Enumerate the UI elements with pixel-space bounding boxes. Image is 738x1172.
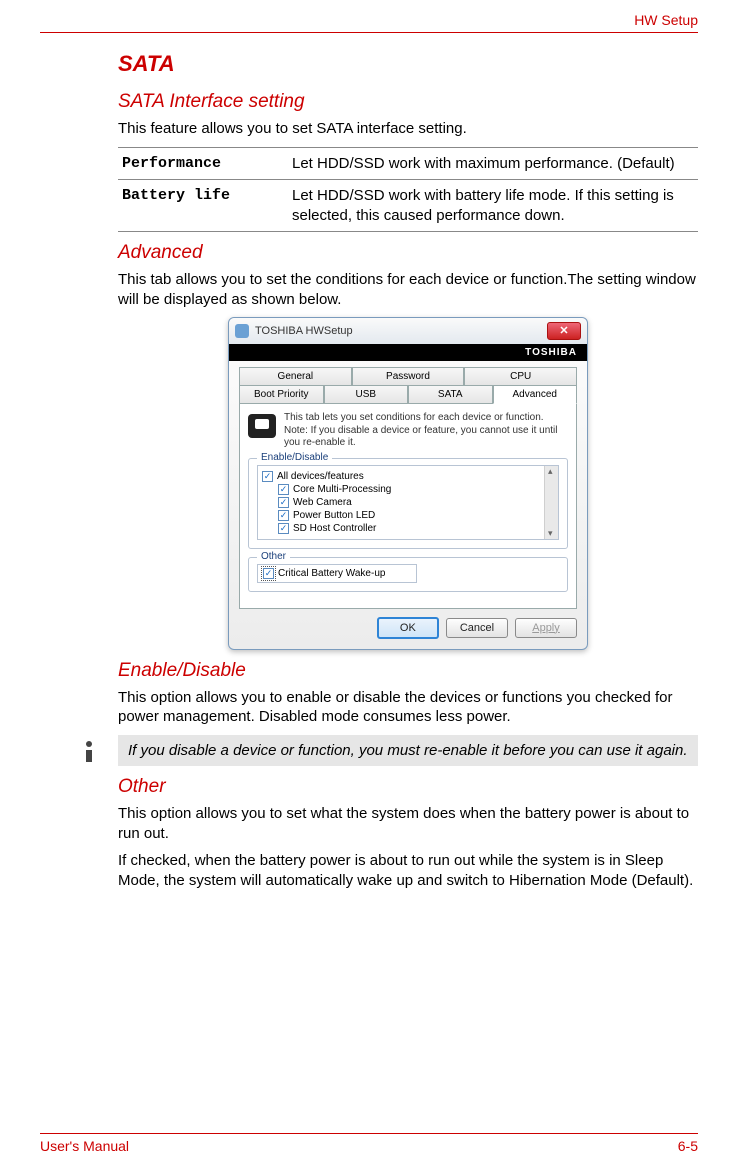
enable-disable-heading: Enable/Disable: [118, 660, 698, 682]
sata-options-table: Performance Let HDD/SSD work with maximu…: [118, 147, 698, 233]
checkbox-icon[interactable]: ✓: [263, 568, 274, 579]
info-icon: [74, 735, 104, 763]
tab-row-1: General Password CPU: [239, 367, 577, 385]
group-legend: Enable/Disable: [257, 452, 332, 463]
other-group: Other ✓ Critical Battery Wake-up: [248, 557, 568, 592]
hwsetup-dialog: TOSHIBA HWSetup ✕ TOSHIBA General Passwo…: [228, 317, 588, 650]
tab-cpu[interactable]: CPU: [464, 367, 577, 385]
checkbox-icon[interactable]: ✓: [262, 471, 273, 482]
option-key: Battery life: [118, 180, 288, 232]
tab-row-2: Boot Priority USB SATA Advanced: [239, 385, 577, 404]
dialog-titlebar: TOSHIBA HWSetup ✕: [229, 318, 587, 344]
table-row: Performance Let HDD/SSD work with maximu…: [118, 147, 698, 180]
enable-disable-desc: This option allows you to enable or disa…: [118, 688, 698, 727]
check-core-multi[interactable]: ✓ Core Multi-Processing: [262, 483, 554, 496]
tab-password[interactable]: Password: [352, 367, 465, 385]
sata-subheading: SATA Interface setting: [118, 91, 698, 113]
dialog-note: This tab lets you set conditions for eac…: [248, 412, 568, 450]
cancel-button[interactable]: Cancel: [446, 618, 508, 638]
monitor-icon: [248, 414, 276, 438]
checkbox-icon[interactable]: ✓: [278, 510, 289, 521]
tab-general[interactable]: General: [239, 367, 352, 385]
check-label: All devices/features: [277, 471, 364, 482]
check-critical-battery[interactable]: ✓ Critical Battery Wake-up: [257, 564, 417, 583]
check-sd-host[interactable]: ✓ SD Host Controller: [262, 522, 554, 535]
info-text: If you disable a device or function, you…: [118, 735, 698, 767]
sata-desc: This feature allows you to set SATA inte…: [118, 119, 698, 139]
device-checklist[interactable]: ✓ All devices/features ✓ Core Multi-Proces…: [257, 465, 559, 540]
info-callout: If you disable a device or function, you…: [74, 735, 698, 767]
option-desc: Let HDD/SSD work with maximum performanc…: [288, 147, 698, 180]
dialog-buttons: OK Cancel Apply: [239, 609, 577, 639]
tab-content: This tab lets you set conditions for eac…: [239, 403, 577, 609]
advanced-heading: Advanced: [118, 242, 698, 264]
app-icon: [235, 324, 249, 338]
option-key: Performance: [118, 147, 288, 180]
check-power-led[interactable]: ✓ Power Button LED: [262, 509, 554, 522]
option-desc: Let HDD/SSD work with battery life mode.…: [288, 180, 698, 232]
check-web-camera[interactable]: ✓ Web Camera: [262, 496, 554, 509]
other-para-1: This option allows you to set what the s…: [118, 804, 698, 843]
enable-disable-group: Enable/Disable ✓All devices/features ✓Co…: [248, 458, 568, 549]
advanced-desc: This tab allows you to set the condition…: [118, 270, 698, 309]
footer-left: User's Manual: [40, 1138, 129, 1154]
page-content: SATA SATA Interface setting This feature…: [40, 51, 698, 890]
checkbox-icon[interactable]: ✓: [278, 523, 289, 534]
dialog-screenshot: TOSHIBA HWSetup ✕ TOSHIBA General Passwo…: [118, 317, 698, 650]
checkbox-icon[interactable]: ✓: [278, 497, 289, 508]
other-para-2: If checked, when the battery power is ab…: [118, 851, 698, 890]
tab-usb[interactable]: USB: [324, 385, 409, 404]
brand-bar: TOSHIBA: [229, 344, 587, 361]
checkbox-icon[interactable]: ✓: [278, 484, 289, 495]
check-all-devices[interactable]: ✓ All devices/features: [262, 470, 554, 483]
check-label: Core Multi-Processing: [293, 484, 391, 495]
tab-sata[interactable]: SATA: [408, 385, 493, 404]
close-icon[interactable]: ✕: [547, 322, 581, 340]
tab-advanced[interactable]: Advanced: [493, 385, 578, 404]
group-legend: Other: [257, 551, 290, 562]
table-row: Battery life Let HDD/SSD work with batte…: [118, 180, 698, 232]
sata-heading: SATA: [118, 51, 698, 77]
check-label: Web Camera: [293, 497, 352, 508]
page-footer: User's Manual 6-5: [40, 1133, 698, 1154]
footer-right: 6-5: [678, 1138, 698, 1154]
check-label: SD Host Controller: [293, 523, 376, 534]
footer-rule: [40, 1133, 698, 1134]
scrollbar[interactable]: [544, 466, 558, 539]
check-label: Critical Battery Wake-up: [278, 568, 385, 579]
other-heading: Other: [118, 776, 698, 798]
header-rule: [40, 32, 698, 33]
dialog-title: TOSHIBA HWSetup: [255, 325, 547, 337]
apply-button[interactable]: Apply: [515, 618, 577, 638]
ok-button[interactable]: OK: [377, 617, 439, 639]
tab-boot-priority[interactable]: Boot Priority: [239, 385, 324, 404]
check-label: Power Button LED: [293, 510, 375, 521]
dialog-note-text: This tab lets you set conditions for eac…: [284, 412, 568, 450]
header-section: HW Setup: [40, 12, 698, 28]
